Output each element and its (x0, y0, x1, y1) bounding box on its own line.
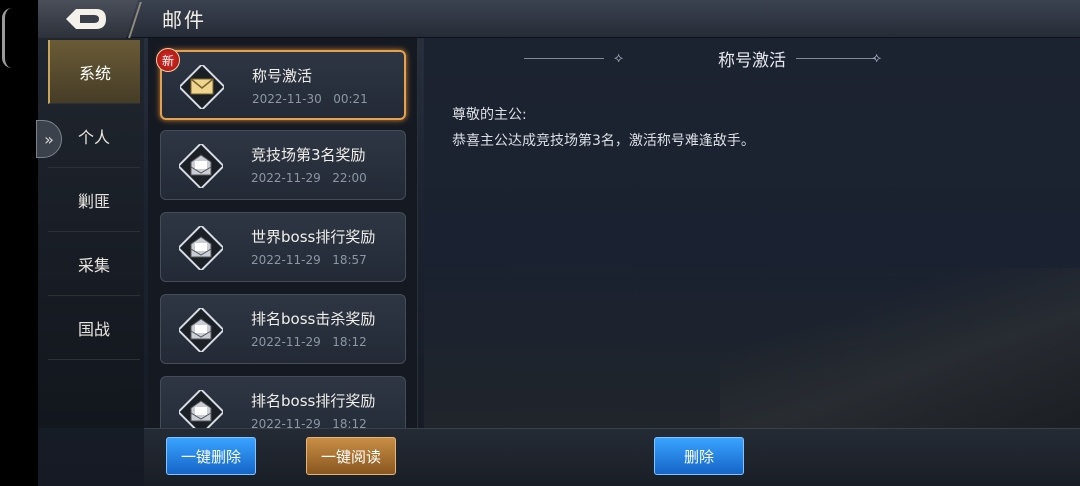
mail-date: 2022-11-29 22:00 (251, 171, 367, 185)
tab-system[interactable]: 系统 (48, 40, 140, 104)
tab-label: 系统 (78, 63, 111, 83)
device-edge (0, 0, 38, 486)
mail-subject: 称号激活 (252, 67, 313, 85)
mail-subject: 排名boss击杀奖励 (251, 310, 376, 328)
tab-bandit[interactable]: 剿匪 (48, 168, 140, 232)
mail-date: 2022-11-30 00:21 (252, 92, 368, 106)
envelope-open-icon (179, 226, 223, 270)
mail-item[interactable]: 排名boss击杀奖励 2022-11-29 18:12 (160, 294, 406, 364)
read-all-button[interactable]: 一键阅读 (306, 437, 396, 475)
mail-subject: 竞技场第3名奖励 (251, 146, 366, 164)
tab-label: 采集 (77, 255, 110, 275)
new-badge: 新 (156, 48, 180, 72)
tab-label: 国战 (77, 319, 110, 339)
double-chevron-right-icon: » (44, 129, 54, 149)
mail-greeting: 尊敬的主公: (452, 107, 527, 123)
mail-subject: 世界boss排行奖励 (251, 228, 376, 246)
background-palace-art (720, 268, 1080, 428)
delete-button[interactable]: 删除 (654, 437, 744, 475)
page-title: 邮件 (162, 8, 206, 32)
mail-date: 2022-11-29 18:57 (251, 253, 367, 267)
mail-title: 称号激活 (718, 51, 786, 71)
envelope-closed-icon (180, 65, 224, 109)
mail-item[interactable]: 称号激活 2022-11-30 00:21 (160, 50, 406, 120)
mail-item[interactable]: 世界boss排行奖励 2022-11-29 18:57 (160, 212, 406, 282)
mail-detail-panel: ⟡ ⟡ 称号激活 尊敬的主公: 恭喜主公达成竞技场第3名，激活称号难逢敌手。 (424, 38, 1080, 428)
tab-label: 个人 (77, 127, 110, 147)
mail-subject: 排名boss排行奖励 (251, 392, 376, 410)
mail-body: 恭喜主公达成竞技场第3名，激活称号难逢敌手。 (452, 133, 755, 149)
screen-edge-arc (2, 8, 14, 68)
mail-list[interactable]: 称号激活 2022-11-30 00:21 竞技场第3名奖励 2022-11-2… (148, 38, 418, 428)
tab-national-war[interactable]: 国战 (48, 296, 140, 360)
mail-date: 2022-11-29 18:12 (251, 335, 367, 349)
envelope-open-icon (179, 390, 223, 428)
mail-date: 2022-11-29 18:12 (251, 417, 367, 428)
tab-label: 剿匪 (77, 191, 110, 211)
tab-gather[interactable]: 采集 (48, 232, 140, 296)
mail-window: 邮件 系统 个人 剿匪 采集 国战 » 称号激活 2022-11-30 00:2… (36, 0, 1080, 486)
back-arrow-icon (66, 9, 106, 29)
envelope-open-icon (179, 308, 223, 352)
envelope-open-icon (179, 144, 223, 188)
header-bar: 邮件 (38, 0, 1080, 38)
mail-item[interactable]: 竞技场第3名奖励 2022-11-29 22:00 (160, 130, 406, 200)
action-bar: 一键删除 一键阅读 删除 (144, 428, 1080, 486)
back-button[interactable] (38, 0, 138, 38)
category-sidebar: 系统 个人 剿匪 采集 国战 » (36, 38, 144, 428)
delete-all-button[interactable]: 一键删除 (166, 437, 256, 475)
mail-item[interactable]: 排名boss排行奖励 2022-11-29 18:12 (160, 376, 406, 428)
